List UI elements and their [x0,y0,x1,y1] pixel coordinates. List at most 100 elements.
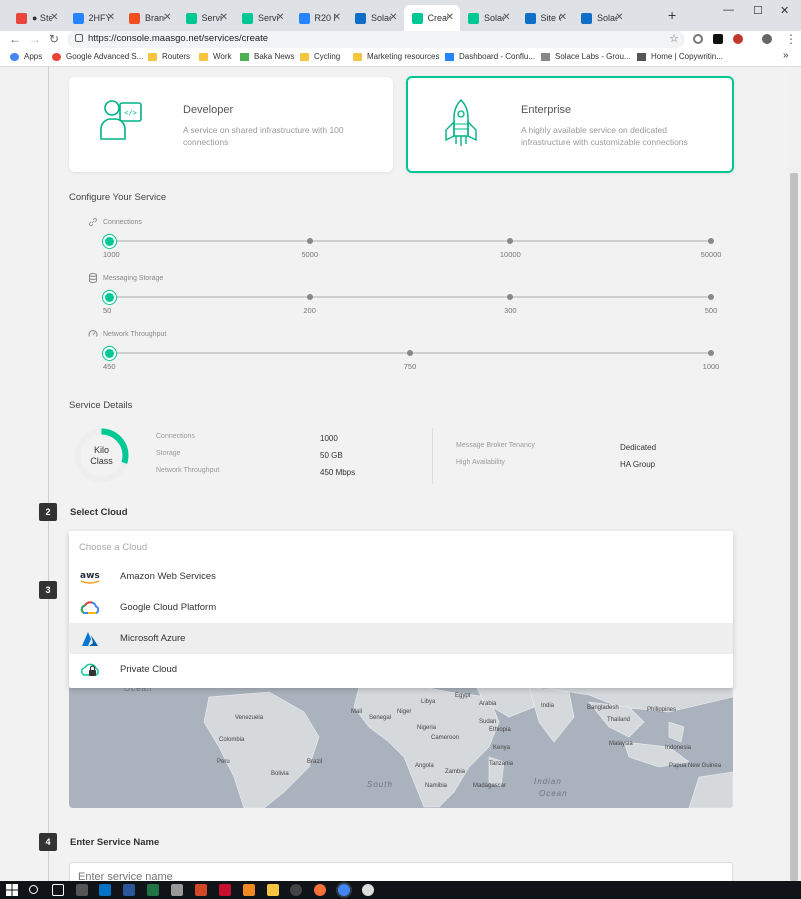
bookmark-item[interactable]: Home | Copywritin... [637,52,723,61]
powerpoint-icon[interactable] [195,884,207,896]
profile-avatar-icon[interactable] [762,34,772,44]
browser-tab[interactable]: Branc✕ [121,5,178,31]
extension-pen-icon[interactable] [713,34,723,44]
taskbar-app-icon[interactable] [290,884,302,896]
tab-close-icon[interactable]: ✕ [163,12,171,23]
slider-tick[interactable] [708,350,714,356]
tab-close-icon[interactable]: ✕ [389,12,397,23]
firefox-icon[interactable] [314,884,326,896]
windows-start-icon[interactable] [6,884,18,896]
close-window-icon[interactable]: ✕ [780,4,789,17]
browser-tab[interactable]: Servic✕ [234,5,291,31]
word-icon[interactable] [123,884,135,896]
cloud-option-azure[interactable]: Microsoft Azure [69,623,733,654]
region-map[interactable]: PacificOceanOceanSouthIndianOceanEgyptIr… [69,667,733,808]
taskbar-app-icon[interactable] [76,884,88,896]
minimize-icon[interactable]: — [723,4,734,16]
browser-tab[interactable]: Creat ✕ [403,5,460,31]
tab-favicon-icon [411,12,423,24]
slider-handle[interactable] [102,346,116,360]
tab-close-icon[interactable]: ✕ [615,12,623,23]
tab-close-icon[interactable]: ✕ [446,12,454,23]
extension-red-icon[interactable] [733,34,743,44]
folder-icon [148,52,157,61]
vlc-icon[interactable] [243,884,255,896]
bookmark-item[interactable]: Routers [148,52,190,61]
tab-close-icon[interactable]: ✕ [220,12,228,23]
tab-close-icon[interactable]: ✕ [50,12,58,23]
maximize-icon[interactable]: ☐ [753,4,763,17]
browser-tab[interactable]: Solac✕ [460,5,517,31]
slider-tick[interactable] [507,294,514,300]
tab-favicon-icon [129,12,140,24]
storage-slider-track[interactable] [109,296,711,298]
browser-tab[interactable]: ● Stel✕ [8,5,65,31]
browser-tab[interactable]: Servic✕ [178,5,235,31]
bookmark-item[interactable]: Work [199,52,232,61]
slider-tick[interactable] [507,238,514,244]
excel-icon[interactable] [147,884,159,896]
tab-close-icon[interactable]: ✕ [333,12,341,23]
slider-handle[interactable] [102,234,116,248]
detail-label: Network Throughput [156,467,220,474]
cloud-option-gcp[interactable]: Google Cloud Platform [69,592,733,623]
map-place-label: Zambia [445,769,466,775]
new-tab-button[interactable]: + [668,7,676,23]
tab-close-icon[interactable]: ✕ [276,12,284,23]
acrobat-icon[interactable] [219,884,231,896]
slider-tick[interactable] [708,238,714,244]
bookmarks-bar: Apps Google Advanced S... Routers Work Baka … [0,48,801,67]
browser-tab[interactable]: R20 R✕ [291,5,348,31]
bookmark-item[interactable]: Baka News [240,52,294,61]
browser-tab[interactable]: Solac✕ [347,5,404,31]
outlook-icon[interactable] [99,884,111,896]
calculator-icon[interactable] [171,884,183,896]
tab-close-icon[interactable]: ✕ [502,12,510,23]
menu-kebab-icon[interactable]: ⋮ [785,32,797,46]
browser-tab[interactable]: 2HFY✕ [65,5,122,31]
gcp-icon [80,600,100,614]
browser-tab-strip: ● Stel✕2HFY✕Branc✕Servic✕Servic✕R20 R✕So… [0,0,801,31]
scrollbar-thumb[interactable] [790,173,798,881]
slider-tick-label: 10000 [499,250,521,259]
tab-close-icon[interactable]: ✕ [107,12,115,23]
detail-value: 50 GB [320,451,343,460]
service-name-input[interactable] [69,862,733,881]
cloud-option-label: Google Cloud Platform [120,602,217,613]
extension-circle-icon[interactable] [693,34,703,44]
bookmarks-overflow-icon[interactable]: » [783,50,789,61]
slider-tick[interactable] [407,350,413,356]
slider-tick[interactable] [306,294,313,300]
slider-tick[interactable] [708,294,714,300]
browser-tab[interactable]: Solac✕ [573,5,630,31]
enterprise-plan-card[interactable]: Enterprise A highly available service on… [406,76,734,173]
task-view-icon[interactable] [52,884,64,896]
bookmark-item[interactable]: Dashboard - Conflu... [445,52,535,61]
slider-tick[interactable] [306,238,313,244]
bookmark-item[interactable]: Marketing resources [353,52,439,61]
cloud-dropdown[interactable]: Choose a Cloud aws Amazon Web Services G… [69,531,733,688]
address-bar[interactable]: https://console.maasgo.net/services/crea… [67,31,685,48]
browser-tab[interactable]: Site C✕ [517,5,574,31]
chrome-icon[interactable] [338,884,350,896]
slider-handle[interactable] [102,290,116,304]
details-divider [432,428,433,484]
bookmark-item[interactable]: Solace Labs - Grou... [541,52,631,61]
back-icon[interactable]: ← [9,32,21,46]
bookmark-item[interactable]: Apps [10,52,42,61]
cloud-option-private[interactable]: Private Cloud [69,654,733,685]
bookmark-item[interactable]: Google Advanced S... [52,52,143,61]
reload-icon[interactable]: ↻ [49,32,59,46]
search-icon[interactable] [29,885,38,894]
page-scrollbar[interactable] [787,67,801,881]
taskbar-app-icon[interactable] [362,884,374,896]
bookmark-item[interactable]: Cycling [300,52,340,61]
bookmark-star-icon[interactable]: ☆ [669,32,679,45]
file-explorer-icon[interactable] [267,884,279,896]
network-throughput-label: Network Throughput [88,329,166,339]
connections-slider-track[interactable] [109,240,711,242]
forward-icon[interactable]: → [29,32,41,46]
cloud-option-aws[interactable]: aws Amazon Web Services [69,561,733,592]
tab-close-icon[interactable]: ✕ [559,12,567,23]
developer-plan-card[interactable]: </> Developer A service on shared infras… [69,77,393,172]
